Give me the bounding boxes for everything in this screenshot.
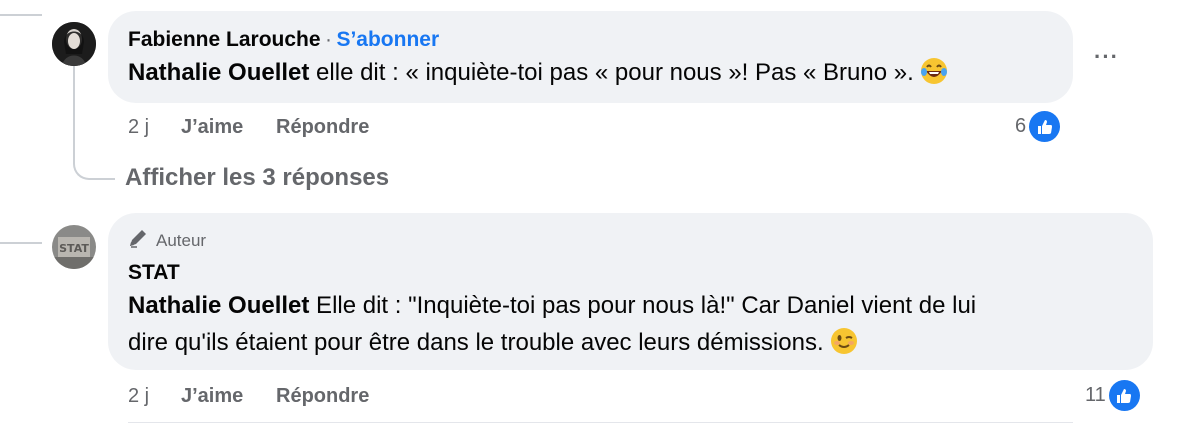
more-options-button[interactable]: ··· (1094, 44, 1119, 70)
avatar-fabienne-larouche[interactable] (52, 22, 96, 66)
winking-emoji (830, 327, 858, 355)
reaction-summary[interactable]: 11 (1085, 380, 1140, 411)
author-badge-label: Auteur (156, 230, 207, 250)
mention-link[interactable]: Nathalie Ouellet (128, 292, 309, 319)
like-button[interactable]: J’aime (181, 116, 276, 139)
more-icon: ··· (1094, 44, 1119, 69)
comment-body-line2: dire qu'ils étaient pour être dans le tr… (128, 329, 831, 356)
comment-body-line1: Elle dit : "Inquiète-toi pas pour nous l… (309, 292, 977, 319)
thread-connector-second (0, 218, 42, 244)
avatar-stat[interactable]: STAT (52, 225, 96, 269)
reply-button[interactable]: Répondre (276, 385, 369, 408)
pencil-icon (128, 228, 150, 253)
comment-time[interactable]: 2 j (128, 385, 181, 408)
comment-text: Nathalie Ouellet elle dit : « inquiète-t… (128, 54, 948, 91)
comment1-actions: 2 j J’aime Répondre (128, 116, 369, 139)
thread-connector-top (0, 0, 42, 16)
comment-author-name[interactable]: STAT (128, 261, 180, 285)
mention-link[interactable]: Nathalie Ouellet (128, 59, 309, 86)
comment-body: elle dit : « inquiète-toi pas « pour nou… (309, 59, 921, 86)
comment-author-name[interactable]: Fabienne Larouche (128, 28, 321, 51)
laughing-tears-emoji (920, 57, 948, 85)
reaction-summary[interactable]: 6 (1015, 111, 1061, 142)
thumbs-up-icon (1029, 111, 1061, 142)
comment2-actions: 2 j J’aime Répondre (128, 385, 369, 408)
follow-link[interactable]: S’abonner (336, 28, 439, 51)
comment-text: Nathalie Ouellet Elle dit : "Inquiète-to… (128, 287, 976, 361)
svg-text:STAT: STAT (59, 242, 89, 255)
author-badge: Auteur (128, 228, 206, 253)
comment-bubble-stat: Auteur STAT Nathalie Ouellet Elle dit : … (108, 213, 1153, 370)
thumbs-up-icon (1108, 380, 1140, 411)
reaction-count: 6 (1015, 115, 1027, 137)
comment-bubble-fabienne: Fabienne Larouche · S’abonner Nathalie O… (108, 11, 1073, 103)
comment-time[interactable]: 2 j (128, 116, 181, 139)
like-button[interactable]: J’aime (181, 385, 276, 408)
separator-dot: · (325, 28, 332, 51)
view-replies-button[interactable]: Afficher les 3 réponses (125, 164, 389, 192)
reply-button[interactable]: Répondre (276, 116, 369, 139)
bottom-divider (128, 422, 1073, 423)
reaction-count: 11 (1085, 384, 1106, 406)
